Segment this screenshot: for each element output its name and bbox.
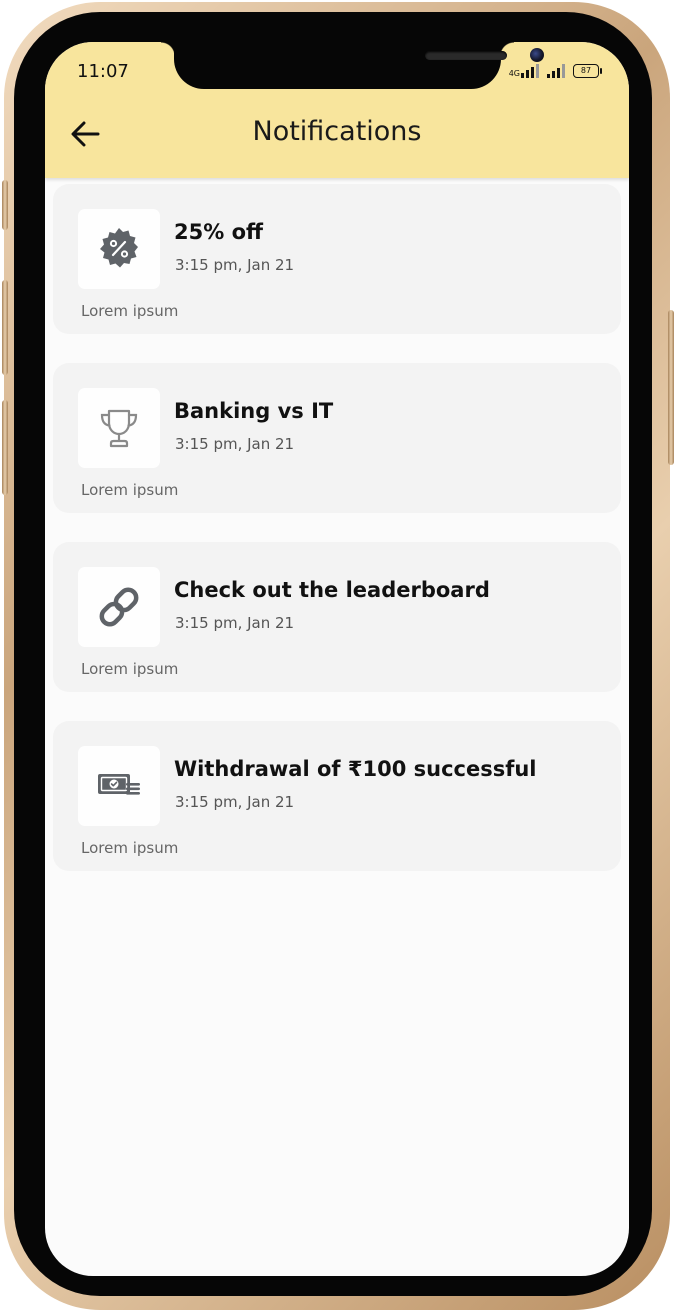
phone-power-button bbox=[668, 310, 674, 465]
notification-icon-box bbox=[78, 388, 160, 468]
notification-card[interactable]: 25% off 3:15 pm, Jan 21 Lorem ipsum bbox=[53, 184, 621, 334]
notification-title: 25% off bbox=[174, 220, 264, 244]
network-type-label: 4G bbox=[508, 69, 520, 78]
notification-icon-box bbox=[78, 746, 160, 826]
front-camera bbox=[530, 48, 544, 62]
phone-volume-down-button bbox=[2, 400, 8, 495]
notification-icon-box bbox=[78, 209, 160, 289]
earpiece-speaker bbox=[425, 51, 507, 60]
battery-icon: 87 bbox=[573, 64, 602, 78]
notification-time: 3:15 pm, Jan 21 bbox=[175, 793, 295, 811]
page-title: Notifications bbox=[252, 116, 422, 147]
notification-card[interactable]: Withdrawal of ₹100 successful 3:15 pm, J… bbox=[53, 721, 621, 871]
notification-card[interactable]: Banking vs IT 3:15 pm, Jan 21 Lorem ipsu… bbox=[53, 363, 621, 513]
notification-description: Lorem ipsum bbox=[81, 660, 179, 678]
trophy-icon bbox=[100, 409, 138, 448]
discount-badge-icon bbox=[100, 228, 138, 268]
wifi-signal-icon bbox=[547, 64, 565, 78]
notification-card[interactable]: Check out the leaderboard 3:15 pm, Jan 2… bbox=[53, 542, 621, 692]
notification-description: Lorem ipsum bbox=[81, 839, 179, 857]
phone-mute-switch bbox=[2, 180, 8, 230]
notification-description: Lorem ipsum bbox=[81, 302, 179, 320]
notification-time: 3:15 pm, Jan 21 bbox=[175, 614, 295, 632]
phone-notch bbox=[174, 42, 544, 89]
notification-title: Withdrawal of ₹100 successful bbox=[174, 757, 537, 781]
notification-time: 3:15 pm, Jan 21 bbox=[175, 435, 295, 453]
app-screen: 11:07 4G 87 Notifications 25% off 3:15 p… bbox=[45, 42, 629, 1276]
notification-title: Banking vs IT bbox=[174, 399, 334, 423]
notification-title: Check out the leaderboard bbox=[174, 578, 490, 602]
notification-icon-box bbox=[78, 567, 160, 647]
notification-description: Lorem ipsum bbox=[81, 481, 179, 499]
mobile-signal-icon: 4G bbox=[509, 64, 539, 78]
notification-time: 3:15 pm, Jan 21 bbox=[175, 256, 295, 274]
cash-withdrawal-icon bbox=[98, 774, 140, 795]
link-icon bbox=[99, 587, 139, 627]
status-time: 11:07 bbox=[77, 61, 129, 82]
status-icons: 4G 87 bbox=[509, 64, 602, 78]
phone-volume-up-button bbox=[2, 280, 8, 375]
